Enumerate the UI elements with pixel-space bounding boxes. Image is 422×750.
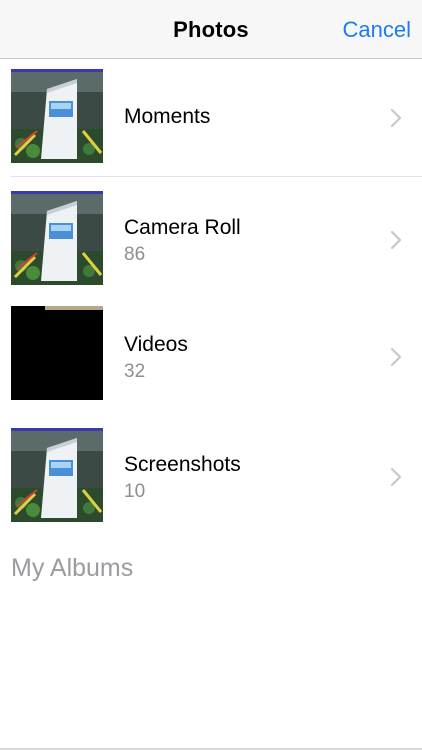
album-title: Moments	[124, 105, 211, 128]
chevron-right-icon	[390, 467, 402, 487]
my-albums-section-title: My Albums	[11, 554, 134, 582]
album-row-screenshots[interactable]: Screenshots 10	[0, 413, 422, 531]
album-title: Screenshots	[124, 453, 241, 476]
photos-picker-screen: Photos Cancel Moments Camera Roll 86 Vid…	[0, 0, 422, 750]
album-row-camera-roll[interactable]: Camera Roll 86	[0, 177, 422, 295]
album-count: 86	[124, 244, 146, 265]
cancel-button[interactable]: Cancel	[343, 17, 411, 43]
album-row-moments[interactable]: Moments	[0, 60, 422, 176]
album-thumbnail	[11, 69, 103, 163]
album-thumbnail	[11, 306, 103, 400]
album-count: 10	[124, 481, 146, 502]
album-thumbnail	[11, 428, 103, 522]
navigation-bar: Photos Cancel	[0, 0, 422, 59]
album-row-videos[interactable]: Videos 32	[0, 295, 422, 413]
chevron-right-icon	[390, 230, 402, 250]
album-title: Videos	[124, 333, 188, 356]
chevron-right-icon	[390, 347, 402, 367]
chevron-right-icon	[390, 108, 402, 128]
album-count: 32	[124, 361, 146, 382]
album-thumbnail	[11, 191, 103, 285]
album-title: Camera Roll	[124, 216, 241, 239]
